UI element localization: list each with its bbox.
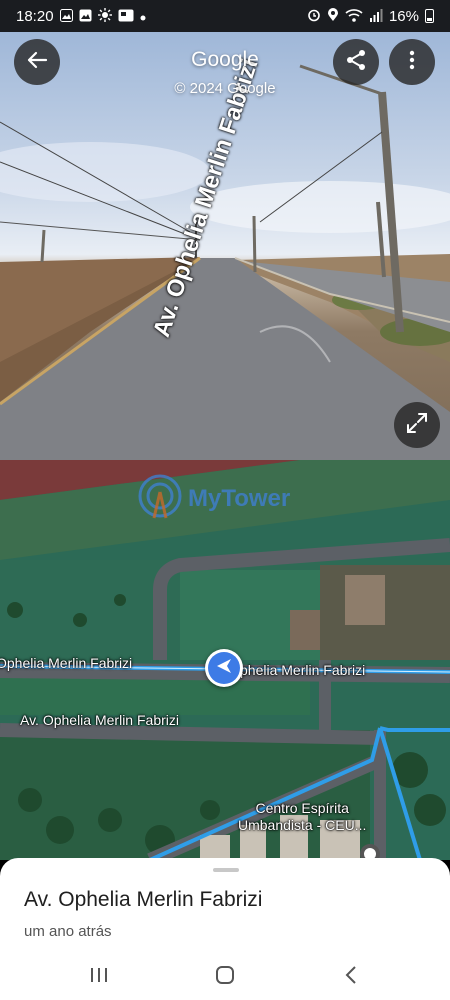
image-icon [118, 9, 134, 24]
navigation-arrow-icon [215, 657, 233, 680]
place-label-line2: Umbandista - CEU... [238, 817, 367, 833]
expand-icon [406, 412, 428, 439]
more-options-button[interactable] [389, 39, 435, 85]
more-vert-icon [409, 50, 415, 75]
recent-apps-button[interactable] [79, 962, 119, 992]
alarm-icon [307, 8, 321, 24]
map-street-label-left: Ophelia Merlin Fabrizi [0, 655, 133, 671]
home-icon [215, 965, 235, 990]
signal-icon [369, 8, 383, 24]
expand-button[interactable] [394, 402, 440, 448]
status-bar: 18:20 16% [0, 0, 450, 32]
place-bottom-sheet[interactable]: Av. Ophelia Merlin Fabrizi um ano atrás [0, 858, 450, 954]
map-street-label-lower: Av. Ophelia Merlin Fabrizi [20, 712, 179, 728]
share-button[interactable] [333, 39, 379, 85]
place-label-line1: Centro Espírita [255, 800, 349, 816]
home-button[interactable] [205, 962, 245, 992]
nav-back-button[interactable] [331, 962, 371, 992]
location-icon [327, 8, 339, 24]
gallery-icon [59, 8, 73, 24]
copyright-text: © 2024 Google [174, 80, 276, 97]
tower-icon [136, 472, 184, 525]
back-icon [344, 965, 358, 990]
sheet-subtitle: um ano atrás [24, 923, 112, 940]
map-place-label[interactable]: Centro Espírita Umbandista - CEU... [238, 800, 366, 834]
status-left: 18:20 [16, 8, 146, 25]
photo-icon [79, 9, 92, 24]
mytower-watermark: MyTower [136, 472, 290, 525]
watermark-text: MyTower [188, 484, 291, 512]
street-view-panorama[interactable]: Av. Ophelia Merlin Fabrizi Google © 2024… [0, 32, 450, 460]
dot-icon [140, 10, 146, 23]
recent-apps-icon [89, 966, 109, 989]
share-icon [345, 49, 367, 76]
system-nav-bar [0, 954, 450, 1000]
wifi-icon [345, 8, 363, 24]
current-view-marker[interactable] [205, 649, 243, 687]
status-right: 16% [307, 8, 434, 25]
sheet-drag-handle[interactable] [213, 868, 239, 872]
map-street-label-right: phelia Merlin Fabrizi [240, 662, 366, 678]
sheet-title: Av. Ophelia Merlin Fabrizi [24, 888, 263, 911]
satellite-map[interactable]: MyTower Ophelia Merlin Fabrizi phelia Me… [0, 460, 450, 860]
battery-icon [425, 9, 434, 23]
brightness-icon [97, 8, 112, 24]
google-brand: Google [191, 48, 259, 71]
clock: 18:20 [16, 7, 54, 25]
battery-percent: 16% [388, 7, 419, 25]
street-view-header: Google © 2024 Google [0, 32, 450, 112]
